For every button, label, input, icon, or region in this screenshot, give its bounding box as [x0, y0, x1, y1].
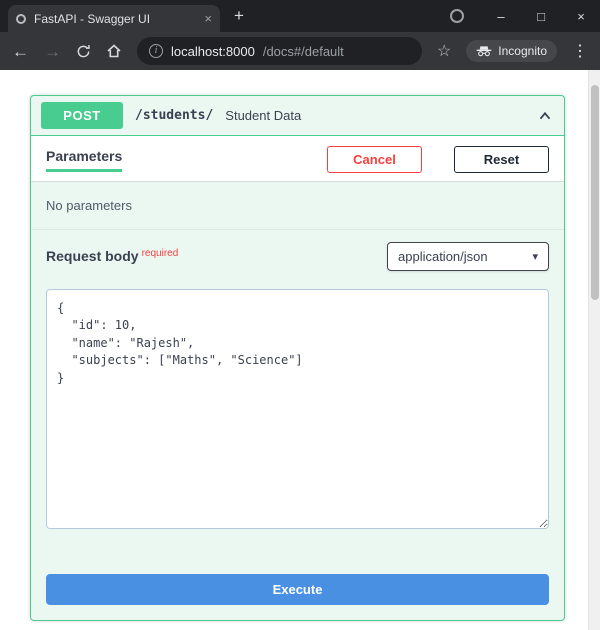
refresh-icon[interactable]: [76, 44, 91, 59]
chevron-down-icon: ▾: [532, 251, 538, 263]
address-bar[interactable]: i localhost:8000 /docs#/default: [137, 37, 422, 65]
request-body-label-group: Request body required: [46, 248, 178, 266]
body-editor-wrapper: { "id": 10, "name": "Rajesh", "subjects"…: [31, 281, 564, 544]
opblock-post-students: POST /students/ Student Data Parameters …: [30, 95, 565, 621]
execute-wrapper: Execute: [31, 544, 564, 620]
tab-title: FastAPI - Swagger UI: [34, 11, 151, 26]
execute-button[interactable]: Execute: [46, 574, 549, 605]
request-body-row: Request body required application/json ▾: [31, 230, 564, 281]
fastapi-favicon-icon: [16, 13, 26, 24]
window-controls: – □ ×: [450, 0, 588, 32]
url-path: /docs#/default: [262, 43, 344, 59]
scrollbar-thumb[interactable]: [591, 85, 599, 300]
forward-icon[interactable]: →: [44, 43, 61, 60]
required-label: required: [141, 247, 179, 259]
endpoint-path: /students/: [135, 108, 214, 123]
browser-tab[interactable]: FastAPI - Swagger UI ×: [8, 5, 220, 32]
cancel-button[interactable]: Cancel: [327, 146, 422, 173]
new-tab-button[interactable]: +: [234, 6, 244, 26]
opblock-summary[interactable]: POST /students/ Student Data: [31, 96, 564, 136]
back-icon[interactable]: ←: [12, 43, 29, 60]
request-body-title: Request body: [46, 247, 139, 264]
content-type-value: application/json: [398, 249, 488, 264]
titlebar: FastAPI - Swagger UI × + – □ ×: [0, 0, 600, 32]
parameters-header: Parameters Cancel Reset: [31, 136, 564, 182]
site-info-icon[interactable]: i: [149, 44, 163, 58]
incognito-label: Incognito: [498, 44, 547, 58]
incognito-badge: Incognito: [466, 40, 557, 62]
swagger-page: POST /students/ Student Data Parameters …: [0, 95, 600, 630]
collapse-chevron-icon[interactable]: [536, 107, 554, 125]
tab-close-icon[interactable]: ×: [204, 11, 212, 26]
incognito-icon: [476, 45, 492, 57]
no-parameters-message: No parameters: [31, 182, 564, 230]
home-icon[interactable]: [106, 43, 122, 59]
request-body-editor[interactable]: { "id": 10, "name": "Rajesh", "subjects"…: [46, 289, 549, 529]
reset-button[interactable]: Reset: [454, 146, 549, 173]
endpoint-summary: Student Data: [225, 108, 302, 123]
content-type-select[interactable]: application/json ▾: [387, 242, 549, 271]
bookmark-star-icon[interactable]: ☆: [437, 41, 451, 61]
profile-icon[interactable]: [450, 9, 464, 23]
browser-toolbar: ← → i localhost:8000 /docs#/default ☆ In…: [0, 32, 600, 70]
try-out-buttons: Cancel Reset: [327, 146, 549, 173]
maximize-button[interactable]: □: [534, 9, 548, 24]
browser-menu-icon[interactable]: ⋮: [572, 41, 588, 61]
page-scrollbar[interactable]: [588, 70, 600, 630]
browser-window: FastAPI - Swagger UI × + – □ × ← → i loc…: [0, 0, 600, 630]
tab-parameters[interactable]: Parameters: [46, 148, 123, 172]
url-host: localhost:8000: [171, 43, 255, 59]
minimize-button[interactable]: –: [494, 9, 508, 24]
close-window-button[interactable]: ×: [574, 9, 588, 24]
method-badge: POST: [41, 102, 123, 129]
